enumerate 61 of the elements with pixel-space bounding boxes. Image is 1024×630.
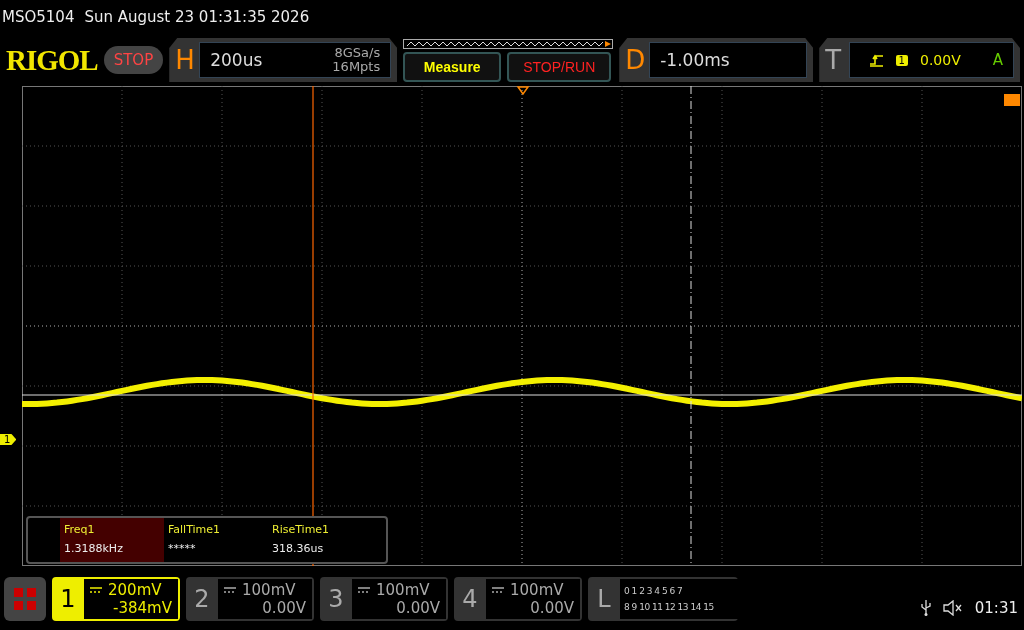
cursor-line[interactable] bbox=[312, 86, 314, 566]
channel-scale: 100mV bbox=[510, 581, 564, 599]
dc-coupling-icon bbox=[90, 587, 102, 593]
measurement-name: Freq1 bbox=[64, 522, 96, 538]
logic-channels: 0 1 2 3 4 5 6 7 bbox=[624, 585, 684, 598]
channel-panel[interactable]: 1 200mV -384mV bbox=[52, 577, 180, 621]
trigger-position-icon bbox=[516, 86, 530, 96]
channel-scale: 200mV bbox=[108, 581, 162, 599]
measurement-item[interactable]: FallTime1 ***** bbox=[164, 518, 268, 562]
clock-time: 01:31 bbox=[974, 599, 1018, 617]
usb-icon bbox=[920, 600, 931, 616]
channel-offset: 0.00V bbox=[262, 599, 306, 617]
channel-number: 1 bbox=[59, 585, 77, 613]
delay-value: -1.00ms bbox=[660, 50, 730, 70]
grid-menu-icon bbox=[14, 588, 36, 610]
measurement-name: RiseTime1 bbox=[272, 522, 331, 538]
measurement-value: ***** bbox=[168, 541, 197, 557]
channel-marker[interactable]: 1 bbox=[0, 434, 17, 445]
logic-panel[interactable]: L 0 1 2 3 4 5 6 7 8 9 10 11 12 13 14 15 bbox=[588, 577, 738, 621]
timebase-value: 200us bbox=[210, 50, 263, 70]
channel-number: 4 bbox=[461, 585, 479, 613]
channel-panel[interactable]: 3 100mV 0.00V bbox=[320, 577, 448, 621]
rising-edge-icon bbox=[869, 53, 884, 67]
logic-channels: 8 9 10 11 12 13 14 15 bbox=[624, 601, 715, 614]
date-time: Sun August 23 01:31:35 2026 bbox=[84, 8, 310, 26]
toolbar-button[interactable]: Measure bbox=[403, 51, 502, 82]
trigger-mode: A bbox=[992, 51, 1003, 69]
trigger-level: 0.00V bbox=[920, 52, 961, 68]
channel-number: 2 bbox=[193, 585, 211, 613]
muted-speaker-icon bbox=[942, 600, 963, 616]
memory-depth: 16Mpts bbox=[332, 60, 381, 74]
dc-coupling-icon bbox=[358, 587, 370, 593]
channel-panel[interactable]: 4 100mV 0.00V bbox=[454, 577, 582, 621]
delay-panel[interactable]: D -1.00ms bbox=[619, 38, 814, 82]
measurement-item[interactable]: RiseTime1 318.36us bbox=[268, 518, 372, 562]
channel-offset: 0.00V bbox=[530, 599, 574, 617]
dc-coupling-icon bbox=[492, 587, 504, 593]
measurement-item[interactable]: Freq1 1.3188kHz bbox=[60, 518, 164, 562]
channel-offset: -384mV bbox=[113, 599, 172, 617]
panel-letter: T bbox=[825, 45, 843, 75]
trigger-panel[interactable]: T 1 0.00V A bbox=[819, 38, 1020, 82]
panel-letter: H bbox=[175, 45, 194, 75]
dc-coupling-icon bbox=[224, 587, 236, 593]
channel-number: 3 bbox=[327, 585, 345, 613]
memory-strip-icon bbox=[403, 38, 614, 49]
trigger-source: 1 bbox=[895, 54, 908, 66]
channel-number: L bbox=[596, 585, 612, 613]
channel-panel[interactable]: 2 100mV 0.00V bbox=[186, 577, 314, 621]
toolbar-button[interactable]: STOP/RUN bbox=[507, 51, 612, 82]
measurement-value: 318.36us bbox=[272, 541, 325, 557]
channel-offset: 0.00V bbox=[396, 599, 440, 617]
brand-logo: RIGOL bbox=[6, 43, 98, 77]
trigger-time-icon bbox=[1004, 94, 1020, 106]
measurement-value: 1.3188kHz bbox=[64, 541, 124, 557]
panel-letter: D bbox=[625, 45, 644, 75]
horizontal-panel[interactable]: H 200us 8GSa/s 16Mpts bbox=[169, 38, 398, 82]
measurement-name: FallTime1 bbox=[168, 522, 222, 538]
channel-scale: 100mV bbox=[376, 581, 430, 599]
channel-scale: 100mV bbox=[242, 581, 296, 599]
sample-rate: 8GSa/s bbox=[334, 46, 381, 60]
model-name: MSO5104 bbox=[2, 8, 75, 26]
